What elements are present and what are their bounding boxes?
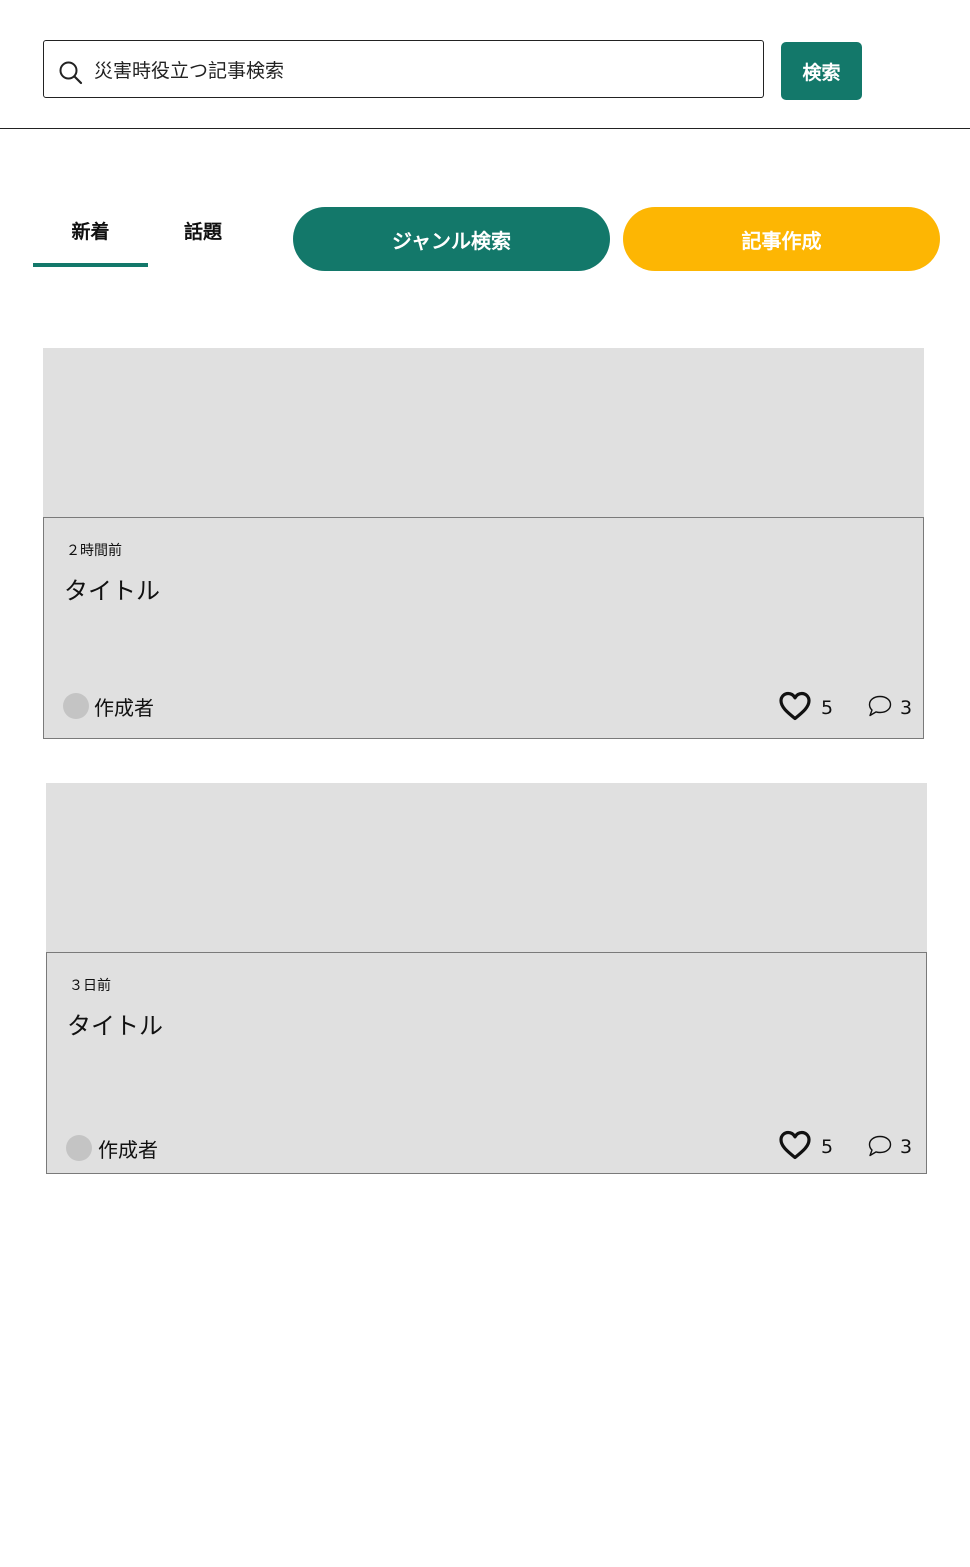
active-tab-indicator [33, 263, 148, 267]
header-divider [0, 128, 970, 129]
heart-icon[interactable] [778, 1129, 812, 1161]
search-icon [59, 61, 83, 85]
article-time: ３日前 [69, 978, 111, 994]
create-article-button[interactable]: 記事作成 [623, 207, 940, 271]
like-count: 5 [821, 1136, 834, 1158]
heart-icon[interactable] [778, 690, 812, 722]
author-avatar [63, 693, 89, 719]
article-card[interactable]: ２時間前 タイトル 作成者 5 3 [43, 348, 924, 739]
article-thumbnail [46, 783, 927, 953]
comment-count: 3 [900, 697, 913, 719]
author-avatar [66, 1135, 92, 1161]
comment-count: 3 [900, 1136, 913, 1158]
author-name: 作成者 [94, 696, 154, 720]
comment-icon[interactable] [867, 694, 893, 718]
search-button[interactable]: 検索 [781, 42, 862, 100]
tab-new[interactable]: 新着 [33, 210, 148, 254]
author-name: 作成者 [98, 1138, 158, 1162]
like-count: 5 [821, 697, 834, 719]
tab-topic[interactable]: 話題 [148, 210, 258, 254]
comment-icon[interactable] [867, 1134, 893, 1158]
article-card-body: ２時間前 タイトル 作成者 5 3 [43, 517, 924, 739]
article-time: ２時間前 [66, 543, 122, 559]
search-field[interactable] [43, 40, 764, 98]
genre-search-button[interactable]: ジャンル検索 [293, 207, 610, 271]
article-card-body: ３日前 タイトル 作成者 5 3 [46, 952, 927, 1174]
article-card[interactable]: ３日前 タイトル 作成者 5 3 [46, 783, 927, 1174]
article-thumbnail [43, 348, 924, 518]
article-title: タイトル [64, 577, 160, 605]
search-input[interactable] [94, 41, 754, 97]
article-title: タイトル [67, 1012, 163, 1040]
